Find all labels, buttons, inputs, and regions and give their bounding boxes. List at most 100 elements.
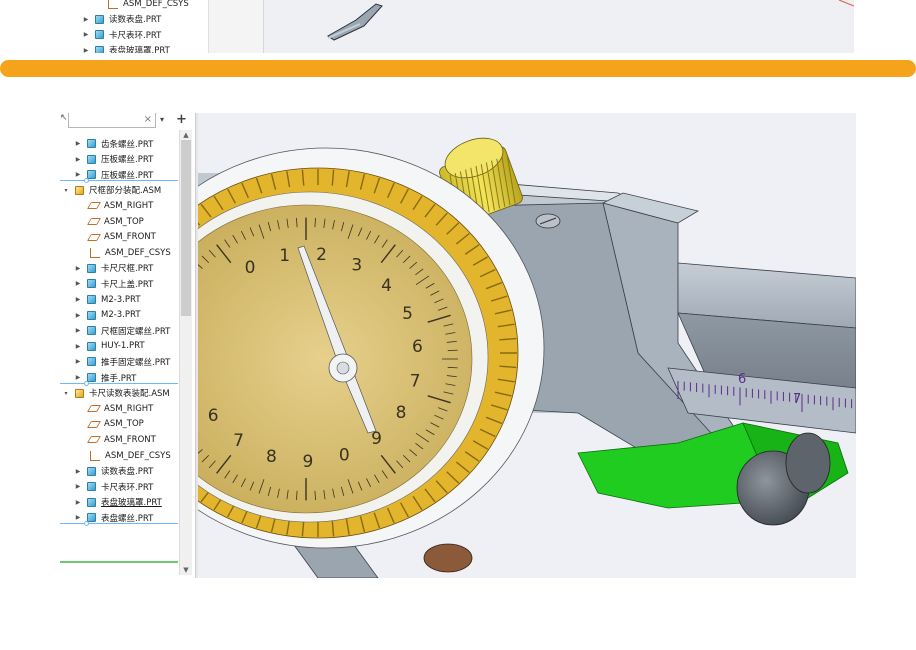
- top-tree-item-label: 读数表盘.PRT: [109, 15, 162, 25]
- tree-item[interactable]: ▶ 卡尺尺框.PRT: [74, 261, 153, 276]
- datum-plane-icon: [86, 405, 102, 413]
- part-icon: [87, 373, 96, 382]
- expand-arrow-icon[interactable]: ▶: [74, 280, 82, 287]
- expand-arrow-icon[interactable]: ▶: [74, 358, 82, 365]
- tree-item[interactable]: ASM_FRONT: [74, 432, 156, 447]
- expand-arrow-icon[interactable]: ▶: [74, 140, 82, 147]
- expand-arrow-icon[interactable]: ▶: [74, 499, 82, 506]
- tree-item[interactable]: ASM_TOP: [74, 417, 144, 432]
- expand-arrow-icon[interactable]: ▶: [74, 171, 82, 178]
- tree-item-label: ASM_RIGHT: [104, 200, 154, 211]
- expand-arrow-icon[interactable]: ▶: [82, 16, 90, 23]
- expand-arrow-icon[interactable]: ▶: [74, 483, 82, 490]
- dial-number: 0: [339, 446, 350, 466]
- top-viewport-graphic: [327, 0, 854, 41]
- tree-item-label: ASM_DEF_CSYS: [105, 450, 171, 461]
- tree-item-label: ASM_RIGHT: [104, 403, 154, 414]
- tree-item[interactable]: ASM_DEF_CSYS: [74, 448, 171, 463]
- part-icon: [87, 497, 96, 507]
- top-3d-viewport[interactable]: [264, 0, 854, 53]
- top-tree-scrollbar[interactable]: [208, 0, 264, 53]
- part-icon: [87, 466, 96, 476]
- part-icon: [87, 357, 96, 367]
- tree-item-label: 卡尺读数表装配.ASM: [89, 389, 170, 400]
- part-icon: [87, 263, 96, 273]
- tree-scrollbar[interactable]: ▲ ▼: [179, 130, 192, 575]
- expand-arrow-icon[interactable]: ▶: [74, 312, 82, 319]
- expand-arrow-icon[interactable]: ▶: [74, 374, 82, 381]
- tree-item-label: ASM_DEF_CSYS: [105, 247, 171, 258]
- tree-item[interactable]: ▶ HUY-1.PRT: [74, 339, 145, 354]
- part-icon: [87, 326, 96, 336]
- tree-item-label: ASM_TOP: [104, 419, 144, 430]
- datum-plane-icon: [86, 420, 102, 428]
- add-item-button[interactable]: +: [176, 113, 187, 127]
- tree-item[interactable]: ▶ 读数表盘.PRT: [74, 464, 153, 479]
- dial-number: 9: [303, 452, 314, 472]
- part-icon: [95, 14, 104, 24]
- expand-arrow-icon[interactable]: ▶: [82, 31, 90, 38]
- collapse-corner-icon[interactable]: ↖: [60, 113, 68, 123]
- tree-item-label: ASM_TOP: [104, 216, 144, 227]
- tree-item[interactable]: ▶ 齿条螺丝.PRT: [74, 136, 153, 151]
- expand-arrow-icon[interactable]: ▶: [82, 47, 90, 54]
- tree-item[interactable]: ▶ 压板螺丝.PRT: [74, 152, 153, 167]
- tree-item[interactable]: ▶ M2-3.PRT: [74, 308, 141, 323]
- tree-item-label: 表盘玻璃罩.PRT: [101, 498, 162, 509]
- tree-item-label: HUY-1.PRT: [101, 341, 145, 352]
- top-tree-item[interactable]: ▶ 卡尺表环.PRT: [82, 27, 161, 42]
- expand-arrow-icon[interactable]: ▶: [74, 468, 82, 475]
- dial-number: 8: [396, 403, 407, 423]
- tree-item[interactable]: ASM_DEF_CSYS: [74, 245, 171, 260]
- assembly-icon: [75, 388, 84, 398]
- part-icon: [87, 139, 96, 148]
- dial-number: 1: [279, 246, 290, 266]
- separator-knob: [84, 177, 89, 183]
- tree-item[interactable]: ASM_FRONT: [74, 230, 156, 245]
- dial-number: 7: [233, 431, 244, 451]
- dial-number: 7: [410, 371, 421, 391]
- tree-item[interactable]: ▾ 尺框部分装配.ASM: [62, 183, 161, 198]
- scale-label-7: 7: [793, 392, 801, 407]
- top-tree-item[interactable]: ▶ 表盘玻璃罩.PRT: [82, 43, 170, 54]
- tree-item[interactable]: ▶ 卡尺上盖.PRT: [74, 276, 153, 291]
- expand-arrow-icon[interactable]: ▶: [74, 514, 82, 521]
- tree-item-label: M2-3.PRT: [101, 310, 141, 321]
- tree-item-label: 卡尺上盖.PRT: [101, 279, 154, 290]
- expand-arrow-icon[interactable]: ▶: [74, 265, 82, 272]
- scroll-up-arrow-icon[interactable]: ▲: [180, 130, 192, 140]
- tree-search-input[interactable]: ×: [68, 113, 156, 128]
- part-icon: [87, 295, 96, 304]
- dial-number: 6: [208, 406, 219, 426]
- collapse-arrow-icon[interactable]: ▾: [62, 187, 70, 194]
- expand-arrow-icon[interactable]: ▶: [74, 296, 82, 303]
- expand-arrow-icon[interactable]: ▶: [74, 343, 82, 350]
- tree-item[interactable]: ▶ 卡尺表环.PRT: [74, 479, 153, 494]
- tree-item-label: 尺框部分装配.ASM: [89, 186, 162, 197]
- tree-item[interactable]: ▶ 推手固定螺丝.PRT: [74, 354, 170, 369]
- top-tree-item[interactable]: ASM_DEF_CSYS: [92, 0, 189, 11]
- scroll-down-arrow-icon[interactable]: ▼: [180, 565, 192, 575]
- tree-item[interactable]: ASM_TOP: [74, 214, 144, 229]
- scrollbar-thumb[interactable]: [181, 140, 191, 316]
- tree-item-label: ASM_FRONT: [104, 232, 156, 243]
- cad-screenshot: ↖ × ▾ + ▶ 齿条螺丝.PRT ▶ 压板螺丝.PRT ▶ 压板螺丝.PRT ▾ 尺框部分…: [60, 113, 856, 578]
- 3d-model-viewport[interactable]: 6 7 0 1 2 3 4 5 6 7 8 9 0 9 8 7 6: [198, 113, 856, 578]
- tree-item[interactable]: ASM_RIGHT: [74, 401, 153, 416]
- tree-item[interactable]: ▶ M2-3.PRT: [74, 292, 141, 307]
- tree-item[interactable]: ASM_RIGHT: [74, 198, 153, 213]
- tree-item-label: 压板螺丝.PRT: [101, 155, 154, 166]
- search-clear-icon[interactable]: ×: [144, 113, 152, 127]
- datum-plane-icon: [86, 218, 102, 225]
- tree-filter-dropdown-icon[interactable]: ▾: [160, 115, 164, 124]
- dial-number: 5: [402, 304, 413, 324]
- tree-item[interactable]: ▶ 表盘玻璃罩.PRT: [74, 495, 162, 510]
- datum-plane-icon: [86, 233, 102, 241]
- tree-item[interactable]: ▾ 卡尺读数表装配.ASM: [62, 386, 170, 401]
- datum-plane-icon: [86, 202, 102, 210]
- tree-item[interactable]: ▶ 尺框固定螺丝.PRT: [74, 323, 170, 338]
- expand-arrow-icon[interactable]: ▶: [74, 156, 82, 163]
- expand-arrow-icon[interactable]: ▶: [74, 327, 82, 334]
- collapse-arrow-icon[interactable]: ▾: [62, 390, 70, 397]
- top-tree-item[interactable]: ▶ 读数表盘.PRT: [82, 12, 161, 27]
